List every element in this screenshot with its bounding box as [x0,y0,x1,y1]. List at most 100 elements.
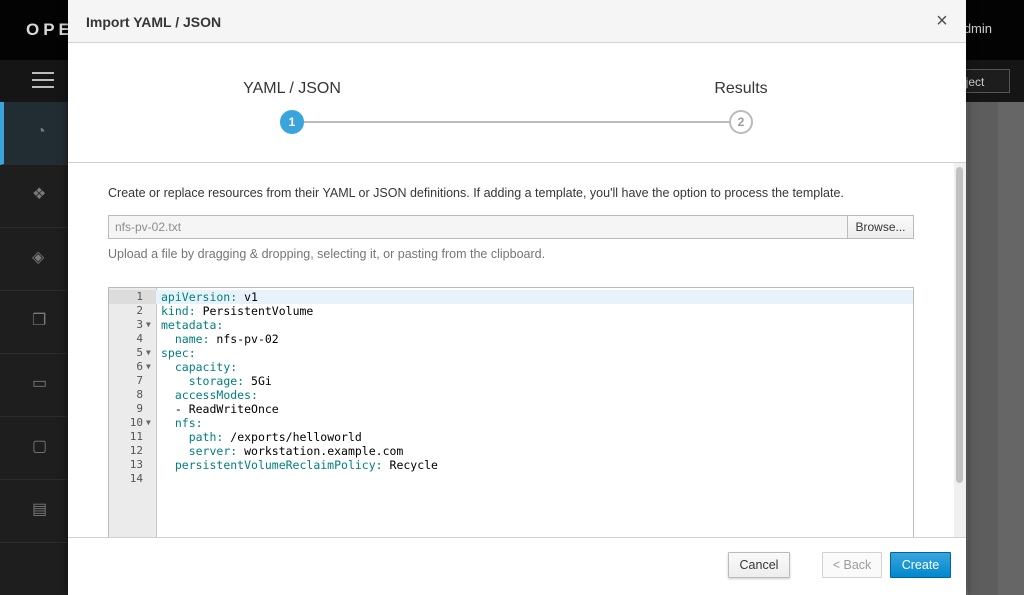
line-number: 9 [136,402,143,415]
yaml-key: apiVersion [161,290,231,304]
code-text: persistentVolumeReclaimPolicy: Recycle [161,458,438,472]
close-icon[interactable]: × [932,11,952,31]
fold-toggle-icon[interactable]: ▼ [146,416,151,430]
yaml-value: v1 [237,290,258,304]
app-brand-logo: OPE [26,20,74,39]
code-text: server: workstation.example.com [161,444,404,458]
yaml-key: nfs [174,416,196,430]
editor-line[interactable]: 3 ▼ metadata: [109,318,913,332]
yaml-key: capacity [174,360,231,374]
code-text: spec: [161,346,196,360]
file-name-input[interactable]: nfs-pv-02.txt [108,215,848,239]
wizard-steps: YAML / JSON 1 Results 2 [68,43,966,163]
editor-line[interactable]: 9 - ReadWriteOnce [109,402,913,416]
code-text: storage: 5Gi [161,374,272,388]
yaml-key: spec [161,346,189,360]
yaml-key: kind [161,304,189,318]
wizard-step-1-badge[interactable]: 1 [280,110,304,134]
scrollbar-thumb[interactable] [956,167,963,483]
yaml-value: 5Gi [244,374,272,388]
fold-toggle-icon[interactable]: ▼ [146,318,151,332]
editor-line[interactable]: 7 storage: 5Gi [109,374,913,388]
code-text: kind: PersistentVolume [161,304,314,318]
dialog-title: Import YAML / JSON [86,14,222,30]
code-text: accessModes: [161,388,258,402]
sidebar-item-applications[interactable]: ❖ [0,165,68,228]
line-number: 7 [136,374,143,387]
sidebar-item-builds[interactable]: ◈ [0,228,68,291]
upload-help-text: Upload a file by dragging & dropping, se… [108,247,546,261]
line-number: 3 [136,318,143,331]
monitor-icon: ▢ [32,438,48,455]
cancel-button[interactable]: Cancel [728,552,790,578]
wizard-step-2-badge[interactable]: 2 [729,110,753,134]
line-number: 6 [136,360,143,373]
code-text: apiVersion: v1 [161,290,258,304]
editor-line[interactable]: 14 [109,472,913,486]
editor-line[interactable]: 1 apiVersion: v1 [109,290,913,304]
yaml-key: metadata [161,318,217,332]
line-number: 14 [129,472,143,485]
code-text: name: nfs-pv-02 [161,332,279,346]
app-main-panel [968,102,998,595]
browse-button[interactable]: Browse... [847,215,914,239]
sidebar-item-monitoring[interactable]: ▢ [0,417,68,480]
yaml-key: storage [188,374,238,388]
editor-line[interactable]: 13 persistentVolumeReclaimPolicy: Recycl… [109,458,913,472]
code-text: - ReadWriteOnce [161,402,279,416]
yaml-editor[interactable]: 1 apiVersion: v1 2 kind: PersistentVolume 3 ▼… [108,287,914,537]
fold-toggle-icon[interactable]: ▼ [146,360,151,374]
line-number: 11 [129,430,143,443]
create-button[interactable]: Create [890,552,951,578]
code-text: capacity: [161,360,237,374]
wizard-step-label-yaml-json: YAML / JSON [243,80,341,97]
sidebar-item-resources[interactable]: ❐ [0,291,68,354]
yaml-key: persistentVolumeReclaimPolicy [174,458,376,472]
line-number: 2 [136,304,143,317]
hamburger-menu-icon[interactable] [32,72,54,88]
dialog-header: Import YAML / JSON × [68,0,966,43]
editor-line[interactable]: 8 accessModes: [109,388,913,402]
code-text: metadata: [161,318,224,332]
editor-line[interactable]: 12 server: workstation.example.com [109,444,913,458]
sidebar-item-catalog[interactable]: ▤ [0,480,68,543]
dialog-footer: Cancel < Back Create [68,537,966,595]
line-number: 12 [129,444,143,457]
yaml-value: Recycle [382,458,438,472]
line-number: 1 [109,290,156,304]
yaml-value: - ReadWriteOnce [174,402,279,416]
sidebar-item-storage[interactable]: ▭ [0,354,68,417]
editor-line[interactable]: 6 ▼ capacity: [109,360,913,374]
import-description: Create or replace resources from their Y… [108,186,844,200]
line-number: 4 [136,332,143,345]
yaml-value: nfs-pv-02 [209,332,279,346]
editor-line[interactable]: 5 ▼ spec: [109,346,913,360]
back-button[interactable]: < Back [822,552,882,578]
dialog-body: Create or replace resources from their Y… [68,163,966,537]
yaml-key: accessModes [174,388,252,402]
dialog-scrollbar[interactable] [954,163,966,537]
editor-line[interactable]: 4 name: nfs-pv-02 [109,332,913,346]
copy-icon: ❐ [32,312,47,329]
user-menu[interactable]: dmin [964,21,992,36]
sidebar-item-overview[interactable]: ◔ [0,102,68,165]
fold-toggle-icon[interactable]: ▼ [146,346,151,360]
editor-line[interactable]: 2 kind: PersistentVolume [109,304,913,318]
yaml-key: server [188,444,231,458]
editor-line[interactable]: 11 path: /exports/helloworld [109,430,913,444]
yaml-key: path [188,430,217,444]
wizard-progress-track [292,121,741,123]
import-dialog: Import YAML / JSON × YAML / JSON 1 Resul… [68,0,966,595]
wizard-step-label-results: Results [714,80,768,97]
layers-icon: ◈ [32,249,45,266]
yaml-value: workstation.example.com [237,444,404,458]
editor-line[interactable]: 10 ▼ nfs: [109,416,913,430]
sidebar: ◔ ❖ ◈ ❐ ▭ ▢ ▤ [0,102,68,595]
